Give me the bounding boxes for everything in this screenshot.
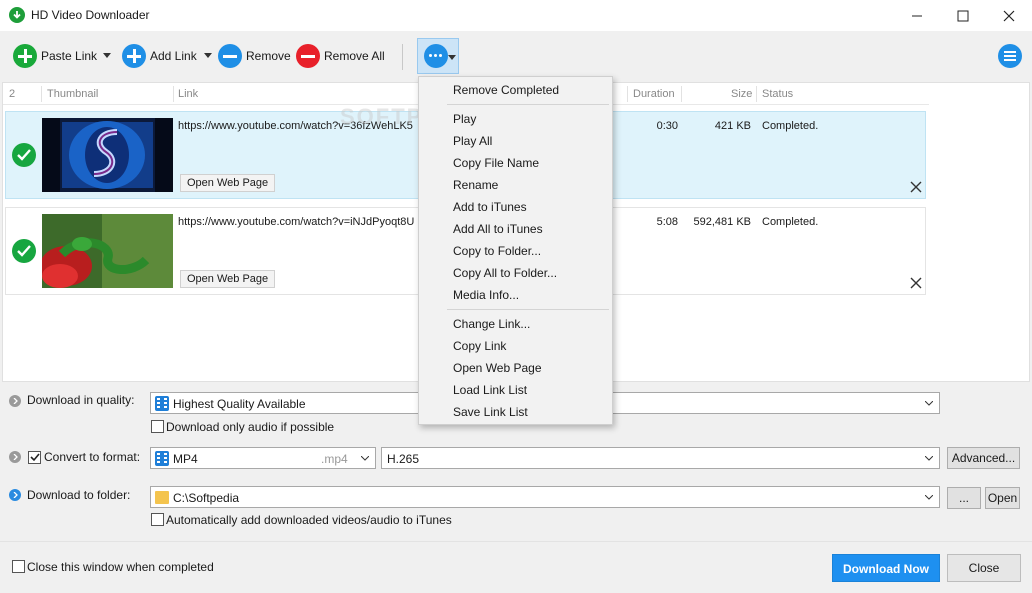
format-select[interactable]: MP4 .mp4	[150, 447, 376, 469]
minimize-button[interactable]	[894, 0, 940, 31]
close-when-completed-checkbox[interactable]	[12, 560, 25, 573]
codec-select[interactable]: H.265	[381, 447, 940, 469]
column-thumbnail[interactable]: Thumbnail	[47, 88, 98, 100]
column-duration[interactable]: Duration	[633, 88, 675, 100]
open-web-page-button[interactable]: Open Web Page	[180, 174, 276, 192]
video-duration: 0:30	[656, 120, 678, 132]
audio-only-label: Download only audio if possible	[166, 420, 335, 434]
menu-item-load-link-list[interactable]: Load Link List	[453, 383, 527, 397]
menu-item-play[interactable]: Play	[453, 112, 476, 126]
menu-item-play-all[interactable]: Play All	[453, 134, 492, 148]
paste-link-label: Paste Link	[41, 49, 98, 63]
toolbar-divider	[402, 44, 403, 70]
advanced-button[interactable]: Advanced...	[947, 447, 1020, 469]
chevron-down-icon	[925, 495, 933, 500]
video-size: 592,481 KB	[693, 216, 752, 228]
codec-value: H.265	[387, 452, 420, 466]
close-window-button[interactable]	[986, 0, 1032, 31]
menu-item-copy-to-folder[interactable]: Copy to Folder...	[453, 244, 541, 258]
convert-format-checkbox[interactable]	[28, 451, 41, 464]
close-x-icon[interactable]	[909, 276, 923, 290]
browse-button[interactable]: ...	[947, 487, 981, 509]
menu-item-copy-all-to-folder[interactable]: Copy All to Folder...	[453, 266, 557, 280]
folder-label: Download to folder:	[27, 488, 131, 502]
folder-icon	[155, 491, 169, 504]
video-duration: 5:08	[656, 216, 678, 228]
menu-item-remove-completed[interactable]: Remove Completed	[453, 83, 559, 97]
add-link-label: Add Link	[150, 49, 197, 63]
chevron-down-icon	[361, 456, 369, 461]
film-icon	[155, 396, 169, 411]
open-folder-button[interactable]: Open	[985, 487, 1020, 509]
download-now-button[interactable]: Download Now	[832, 554, 940, 582]
menu-item-copy-file-name[interactable]: Copy File Name	[453, 156, 539, 170]
video-thumbnail	[42, 214, 173, 288]
chevron-right-icon	[9, 489, 21, 501]
remove-all-label: Remove All	[324, 49, 385, 63]
more-options-button[interactable]	[417, 38, 459, 74]
chevron-right-icon	[9, 395, 21, 407]
column-link[interactable]: Link	[178, 88, 198, 100]
window-title: HD Video Downloader	[31, 8, 150, 22]
video-status: Completed.	[762, 216, 819, 228]
menu-item-open-web-page[interactable]: Open Web Page	[453, 361, 542, 375]
chevron-down-icon	[925, 401, 933, 406]
toolbar: Paste Link Add Link Remove Remove All	[0, 31, 1032, 81]
folder-select[interactable]: C:\Softpedia	[150, 486, 940, 508]
check-circle-icon	[12, 143, 36, 167]
plus-icon	[122, 44, 146, 68]
chevron-down-icon	[448, 55, 456, 60]
film-icon	[155, 451, 169, 466]
menu-item-change-link[interactable]: Change Link...	[453, 317, 530, 331]
menu-item-save-link-list[interactable]: Save Link List	[453, 405, 528, 419]
column-status[interactable]: Status	[762, 88, 793, 100]
audio-only-checkbox[interactable]	[151, 420, 164, 433]
title-bar: HD Video Downloader	[0, 0, 1032, 31]
video-link: https://www.youtube.com/watch?v=iNJdPyoq…	[178, 216, 415, 228]
minus-icon	[218, 44, 242, 68]
add-link-button[interactable]: Add Link	[122, 42, 197, 70]
open-web-page-button[interactable]: Open Web Page	[180, 270, 276, 288]
plus-icon	[13, 44, 37, 68]
menu-item-media-info[interactable]: Media Info...	[453, 288, 519, 302]
remove-all-button[interactable]: Remove All	[296, 42, 385, 70]
more-dots-icon	[424, 44, 448, 68]
chevron-down-icon	[925, 456, 933, 461]
item-count: 2	[9, 88, 16, 100]
format-extension: .mp4	[321, 452, 348, 466]
remove-label: Remove	[246, 49, 291, 63]
menu-item-rename[interactable]: Rename	[453, 178, 498, 192]
check-circle-icon	[12, 239, 36, 263]
convert-label: Convert to format:	[44, 450, 141, 464]
folder-value: C:\Softpedia	[173, 491, 240, 505]
format-value: MP4	[173, 452, 198, 466]
video-thumbnail	[42, 118, 173, 192]
menu-item-add-to-itunes[interactable]: Add to iTunes	[453, 200, 527, 214]
remove-button[interactable]: Remove	[218, 42, 291, 70]
context-menu: Remove Completed Play Play All Copy File…	[418, 76, 613, 425]
minus-icon	[296, 44, 320, 68]
hamburger-menu-icon[interactable]	[998, 44, 1022, 68]
paste-link-dropdown[interactable]	[103, 53, 111, 58]
menu-item-copy-link[interactable]: Copy Link	[453, 339, 506, 353]
add-link-dropdown[interactable]	[204, 53, 212, 58]
column-size[interactable]: Size	[731, 88, 752, 100]
quality-label: Download in quality:	[27, 393, 135, 407]
paste-link-button[interactable]: Paste Link	[13, 42, 97, 70]
video-status: Completed.	[762, 120, 819, 132]
close-x-icon[interactable]	[909, 180, 923, 194]
close-button[interactable]: Close	[947, 554, 1021, 582]
chevron-right-icon	[9, 451, 21, 463]
add-to-itunes-label: Automatically add downloaded videos/audi…	[166, 513, 452, 527]
menu-item-add-all-to-itunes[interactable]: Add All to iTunes	[453, 222, 543, 236]
download-arrow-icon	[9, 7, 25, 23]
add-to-itunes-checkbox[interactable]	[151, 513, 164, 526]
video-size: 421 KB	[714, 120, 751, 132]
close-when-completed-label: Close this window when completed	[27, 560, 214, 574]
maximize-button[interactable]	[940, 0, 986, 31]
quality-value: Highest Quality Available	[173, 397, 306, 411]
